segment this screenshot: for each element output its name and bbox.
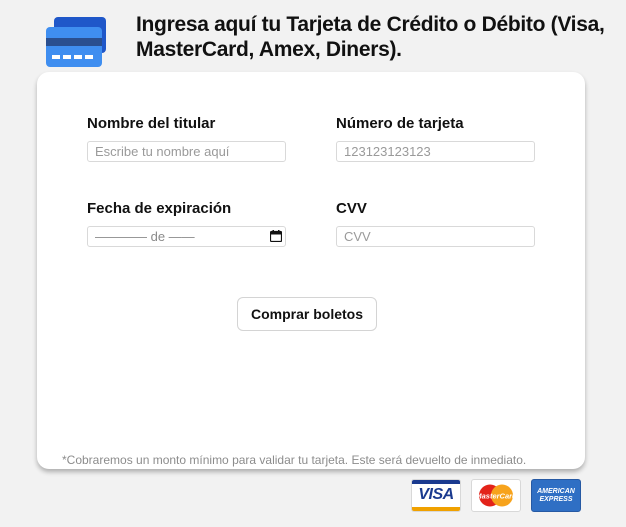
amex-logo: AMERICAN EXPRESS (531, 479, 581, 512)
calendar-icon[interactable] (270, 230, 282, 242)
mastercard-logo: MasterCard (471, 479, 521, 512)
credit-card-icon (46, 17, 106, 67)
card-number-label: Número de tarjeta (336, 115, 464, 132)
cvv-label: CVV (336, 200, 367, 217)
visa-logo-text: VISA (418, 486, 454, 503)
holder-name-label: Nombre del titular (87, 115, 216, 132)
mastercard-logo-text: MasterCard (475, 492, 517, 501)
payment-form-panel: Nombre del titular Número de tarjeta Fec… (37, 72, 585, 469)
page-header: Ingresa aquí tu Tarjeta de Crédito o Déb… (0, 0, 626, 72)
amex-logo-line1: AMERICAN (537, 488, 575, 495)
expiration-date-input[interactable]: ———— de —— (87, 226, 286, 247)
visa-logo: VISA (411, 479, 461, 512)
page-title: Ingresa aquí tu Tarjeta de Crédito o Déb… (136, 13, 605, 61)
card-number-input[interactable] (336, 141, 535, 162)
holder-name-input[interactable] (87, 141, 286, 162)
mastercard-circles-icon: MasterCard (475, 484, 517, 507)
validation-disclaimer: *Cobraremos un monto mínimo para validar… (62, 453, 527, 467)
buy-tickets-button[interactable]: Comprar boletos (237, 297, 377, 331)
expiration-date-display: ———— de —— (95, 229, 195, 244)
expiration-label: Fecha de expiración (87, 200, 232, 217)
amex-logo-line2: EXPRESS (539, 496, 573, 503)
cvv-input[interactable] (336, 226, 535, 247)
